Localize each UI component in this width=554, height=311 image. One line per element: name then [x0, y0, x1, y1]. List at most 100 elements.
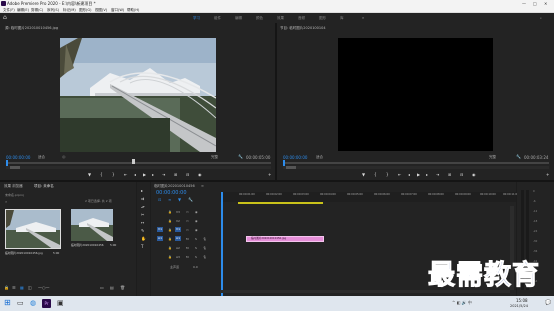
project-item-thumbnail[interactable]: [5, 209, 61, 249]
taskbar-time[interactable]: 15:08: [516, 298, 528, 303]
source-monitor-tab[interactable]: 源: 临时图片202010010456.jpg: [5, 26, 58, 31]
program-mark-out-icon[interactable]: {: [374, 172, 377, 177]
track-mic-icon[interactable]: 🎙: [203, 237, 207, 241]
program-mark-clip-icon[interactable]: }: [386, 172, 389, 177]
track-lock-icon[interactable]: 🔒: [168, 210, 172, 214]
track-mute-icon[interactable]: M: [186, 246, 189, 250]
track-mic-icon[interactable]: 🎙: [203, 255, 207, 259]
windows-start-icon[interactable]: ⊞: [4, 299, 11, 307]
track-eye-icon[interactable]: ◉: [195, 228, 198, 232]
track-sync-icon[interactable]: ▭: [186, 219, 189, 223]
track-mute-icon[interactable]: M: [186, 237, 189, 241]
project-list-view-icon[interactable]: ☰: [12, 285, 16, 290]
timeline-timecode[interactable]: 00:00:00:00: [156, 190, 187, 196]
taskbar-date[interactable]: 2021/5/24: [510, 304, 528, 308]
source-patch-v1[interactable]: V1: [157, 227, 163, 232]
track-label-a3[interactable]: A3: [176, 255, 180, 259]
program-monitor-tab[interactable]: 节目: 临时图片2020100104: [280, 26, 326, 31]
track-eye-icon[interactable]: ◉: [195, 210, 198, 214]
project-trash-icon[interactable]: 🗑: [120, 285, 125, 290]
hand-tool-icon[interactable]: ✋: [141, 236, 146, 241]
workspace-graphics[interactable]: 图形: [319, 13, 326, 23]
project-new-item-icon[interactable]: ▤: [110, 285, 114, 290]
project-lock-icon[interactable]: 🔒: [4, 285, 9, 290]
timeline-menu-icon[interactable]: ≡: [201, 184, 204, 188]
timeline-display-settings-icon[interactable]: 🔧: [188, 197, 193, 202]
ripple-edit-tool-icon[interactable]: ⟛: [141, 204, 145, 209]
source-go-in-icon[interactable]: ⇤: [124, 172, 127, 177]
source-add-button-icon[interactable]: +: [268, 172, 271, 177]
track-sync-icon[interactable]: ▭: [186, 210, 189, 214]
program-export-frame-icon[interactable]: ◉: [472, 172, 476, 177]
browser-icon[interactable]: ◍: [30, 299, 36, 307]
track-solo-icon[interactable]: S: [195, 237, 197, 241]
program-step-back-icon[interactable]: ◂: [408, 172, 410, 177]
source-timecode-in[interactable]: 00:00:00:00: [6, 155, 30, 160]
minimize-button[interactable]: —: [522, 0, 526, 7]
source-fraction-select[interactable]: 完整: [211, 155, 218, 160]
project-sequence-thumbnail[interactable]: [71, 209, 113, 241]
program-add-button-icon[interactable]: +: [546, 172, 549, 177]
tab-project[interactable]: 项目: 未命名: [34, 184, 54, 189]
track-mic-icon[interactable]: 🎙: [203, 246, 207, 250]
snap-icon[interactable]: ⊡: [158, 197, 161, 202]
tab-effects-browser[interactable]: 效果 浏览器: [4, 184, 23, 189]
source-step-back-icon[interactable]: ◂: [134, 172, 136, 177]
source-mark-out-icon[interactable]: {: [100, 172, 103, 177]
slip-tool-icon[interactable]: ↔: [141, 220, 144, 225]
source-mark-clip-icon[interactable]: }: [112, 172, 115, 177]
program-zoom-bar[interactable]: [283, 166, 549, 169]
workspace-libraries[interactable]: 库: [340, 13, 344, 23]
type-tool-icon[interactable]: T: [141, 244, 143, 249]
timeline-clip[interactable]: 临时图片202010010456.jpg: [246, 236, 324, 242]
project-search-icon[interactable]: ⌕: [5, 199, 7, 204]
workspace-effects[interactable]: 效果: [277, 13, 284, 23]
program-timecode-in[interactable]: 00:00:00:00: [283, 155, 307, 160]
search-icon[interactable]: ⌕: [540, 13, 542, 23]
source-zoom-bar[interactable]: [6, 166, 271, 169]
razor-tool-icon[interactable]: ✂: [141, 212, 144, 217]
program-zoom-handle[interactable]: [286, 166, 296, 169]
source-play-icon[interactable]: ▶: [143, 172, 146, 177]
program-go-in-icon[interactable]: ⇤: [398, 172, 401, 177]
program-play-icon[interactable]: ▶: [417, 172, 420, 177]
track-sync-icon[interactable]: ▭: [186, 228, 189, 232]
notification-icon[interactable]: 💬: [545, 300, 551, 306]
track-eye-icon[interactable]: ◉: [195, 219, 198, 223]
project-icon-view-icon[interactable]: ▦: [20, 285, 24, 290]
program-mark-in-icon[interactable]: ▼: [362, 172, 365, 177]
program-scrub-bar[interactable]: [283, 162, 549, 164]
premiere-taskbar-icon[interactable]: Pr: [42, 299, 51, 308]
track-select-tool-icon[interactable]: ⇉: [141, 196, 144, 201]
track-solo-icon[interactable]: S: [195, 246, 197, 250]
track-lock-icon[interactable]: 🔒: [168, 255, 172, 259]
source-go-out-icon[interactable]: ⇥: [162, 172, 165, 177]
timeline-tab[interactable]: 临时图片202010010456: [154, 184, 195, 189]
source-insert-icon[interactable]: ⊞: [174, 172, 177, 177]
source-overwrite-icon[interactable]: ⊟: [186, 172, 189, 177]
project-zoom-slider[interactable]: —○—: [38, 285, 50, 290]
track-label-v1[interactable]: V1: [175, 227, 181, 232]
task-view-icon[interactable]: ▭: [17, 299, 24, 307]
add-marker-icon[interactable]: ▼: [178, 197, 181, 202]
timeline-playhead[interactable]: [221, 192, 223, 296]
close-button[interactable]: ✕: [544, 0, 547, 7]
home-icon[interactable]: ⌂: [3, 15, 7, 21]
source-settings-icon[interactable]: ◎: [62, 154, 66, 159]
program-extract-icon[interactable]: ⊟: [460, 172, 463, 177]
source-wrench-icon[interactable]: 🔧: [238, 154, 243, 159]
track-label-a2[interactable]: A2: [176, 246, 180, 250]
workspace-more-icon[interactable]: »: [362, 13, 364, 23]
maximize-button[interactable]: □: [533, 0, 537, 7]
track-lock-icon[interactable]: 🔒: [168, 228, 172, 232]
source-scrub-bar[interactable]: [6, 162, 271, 164]
program-wrench-icon[interactable]: 🔧: [516, 154, 521, 159]
track-lock-icon[interactable]: 🔒: [168, 246, 172, 250]
program-step-forward-icon[interactable]: ▸: [426, 172, 428, 177]
source-patch-a1[interactable]: A1: [157, 236, 163, 241]
selection-tool-icon[interactable]: ▸: [141, 188, 143, 193]
source-fit-select[interactable]: 适合: [38, 155, 45, 160]
track-label-v2[interactable]: V2: [176, 219, 180, 223]
track-label-a1[interactable]: A1: [175, 236, 181, 241]
program-lift-icon[interactable]: ⊞: [448, 172, 451, 177]
